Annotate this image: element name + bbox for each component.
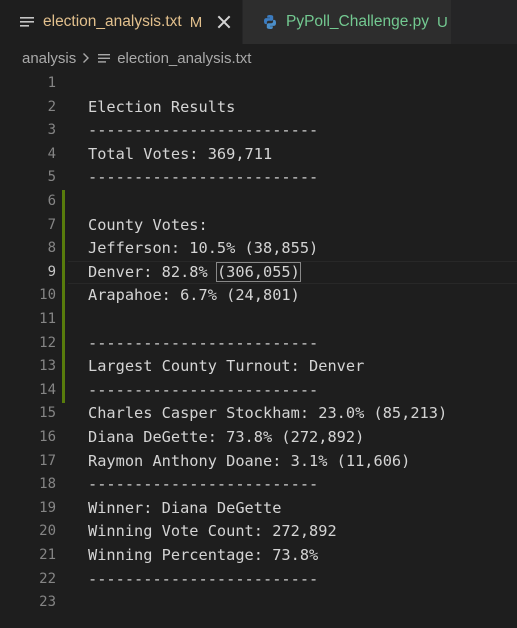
code-text: ------------------------- <box>88 380 319 399</box>
line-number: 7 <box>47 216 56 233</box>
tab-label: PyPoll_Challenge.py <box>286 13 430 30</box>
code-text: County Votes: <box>88 215 208 234</box>
code-line[interactable]: 17 Raymon Anthony Doane: 3.1% (11,606) <box>0 450 517 474</box>
line-number: 21 <box>39 547 56 563</box>
tab-pypoll-challenge[interactable]: PyPoll_Challenge.py U <box>243 0 451 44</box>
code-line[interactable]: 22 ------------------------- <box>0 568 517 592</box>
text-file-icon <box>98 53 111 64</box>
code-text: Total Votes: 369,711 <box>88 144 273 163</box>
code-line[interactable]: 20 Winning Vote Count: 272,892 <box>0 520 517 544</box>
code-line[interactable]: 19 Winner: Diana DeGette <box>0 497 517 521</box>
untracked-badge: U <box>437 13 448 31</box>
line-number: 12 <box>39 334 56 351</box>
line-number: 9 <box>47 263 56 280</box>
code-line[interactable]: 16 Diana DeGette: 73.8% (272,892) <box>0 426 517 450</box>
breadcrumb-folder[interactable]: analysis <box>22 50 76 67</box>
line-number: 17 <box>39 452 56 469</box>
code-text: Winning Vote Count: 272,892 <box>88 522 337 541</box>
code-line[interactable]: 3 ------------------------- <box>0 119 517 143</box>
code-text: ------------------------- <box>88 475 319 494</box>
code-text: Largest County Turnout: Denver <box>88 357 365 376</box>
code-line[interactable]: 21 Winning Percentage: 73.8% <box>0 544 517 568</box>
breadcrumb-file[interactable]: election_analysis.txt <box>98 50 251 67</box>
close-icon[interactable] <box>215 13 233 31</box>
modified-badge: M <box>189 13 203 31</box>
code-text: Raymon Anthony Doane: 3.1% (11,606) <box>88 451 411 470</box>
line-number: 1 <box>47 75 56 91</box>
code-line[interactable]: 6 <box>0 190 517 214</box>
breadcrumb: analysis election_analysis.txt <box>0 44 517 72</box>
line-number: 5 <box>47 169 56 186</box>
line-number: 11 <box>39 311 56 327</box>
line-number: 3 <box>47 122 56 139</box>
line-number: 14 <box>39 381 56 398</box>
line-number: 4 <box>47 145 56 162</box>
breadcrumb-file-label: election_analysis.txt <box>117 49 252 67</box>
code-text: Arapahoe: 6.7% (24,801) <box>88 286 300 305</box>
code-line[interactable]: 13 Largest County Turnout: Denver <box>0 355 517 379</box>
code-text: Charles Casper Stockham: 23.0% (85,213) <box>88 404 448 423</box>
line-number: 2 <box>47 98 56 115</box>
tab-election-analysis[interactable]: election_analysis.txt M <box>0 0 243 44</box>
line-number: 19 <box>39 499 56 516</box>
code-text: Winning Percentage: 73.8% <box>88 546 319 564</box>
line-number: 13 <box>39 358 56 375</box>
code-line[interactable]: 23 <box>0 591 517 615</box>
code-line[interactable]: 18 ------------------------- <box>0 473 517 497</box>
code-text: Diana DeGette: 73.8% (272,892) <box>88 428 365 446</box>
tab-bar: election_analysis.txt M PyPoll_Challenge… <box>0 0 517 44</box>
code-line[interactable]: 4 Total Votes: 369,711 <box>0 143 517 167</box>
line-number: 22 <box>39 570 56 587</box>
code-text: Denver: 82.8% (306,055) <box>88 261 301 285</box>
code-line[interactable]: 8 Jefferson: 10.5% (38,855) <box>0 237 517 261</box>
line-number: 6 <box>47 193 56 209</box>
code-line[interactable]: 7 County Votes: <box>0 214 517 238</box>
tab-label: election_analysis.txt <box>43 13 182 30</box>
text-editor[interactable]: 1 2 Election Results 3 ---------------------… <box>0 72 517 628</box>
text-file-icon <box>19 14 35 30</box>
bracket-match-highlight: (306,055) <box>215 261 301 282</box>
code-text: Winner: Diana DeGette <box>88 498 282 517</box>
code-line[interactable]: 14 ------------------------- <box>0 379 517 403</box>
chevron-right-icon <box>82 52 90 64</box>
code-line[interactable]: 1 <box>0 72 517 96</box>
code-text: ------------------------- <box>88 333 319 352</box>
line-number: 20 <box>39 523 56 540</box>
code-text: Jefferson: 10.5% (38,855) <box>88 239 319 258</box>
code-text: ------------------------- <box>88 121 319 140</box>
line-number: 16 <box>39 429 56 445</box>
code-line[interactable]: 2 Election Results <box>0 96 517 120</box>
code-line[interactable]: 10 Arapahoe: 6.7% (24,801) <box>0 284 517 308</box>
code-text: ------------------------- <box>88 168 319 187</box>
python-icon <box>262 14 278 30</box>
code-line[interactable]: 12 ------------------------- <box>0 332 517 356</box>
line-number: 15 <box>39 405 56 422</box>
code-text: Election Results <box>88 97 236 116</box>
line-number: 18 <box>39 476 56 493</box>
line-number: 10 <box>39 287 56 304</box>
code-line[interactable]: 11 <box>0 308 517 332</box>
code-line[interactable]: 9 Denver: 82.8% (306,055) <box>0 260 517 285</box>
line-number: 8 <box>47 240 56 257</box>
code-line[interactable]: 15 Charles Casper Stockham: 23.0% (85,213… <box>0 402 517 426</box>
code-line[interactable]: 5 ------------------------- <box>0 166 517 190</box>
code-text-prefix: Denver: 82.8% <box>88 262 217 281</box>
line-number: 23 <box>39 594 56 611</box>
code-text: ------------------------- <box>88 569 319 588</box>
